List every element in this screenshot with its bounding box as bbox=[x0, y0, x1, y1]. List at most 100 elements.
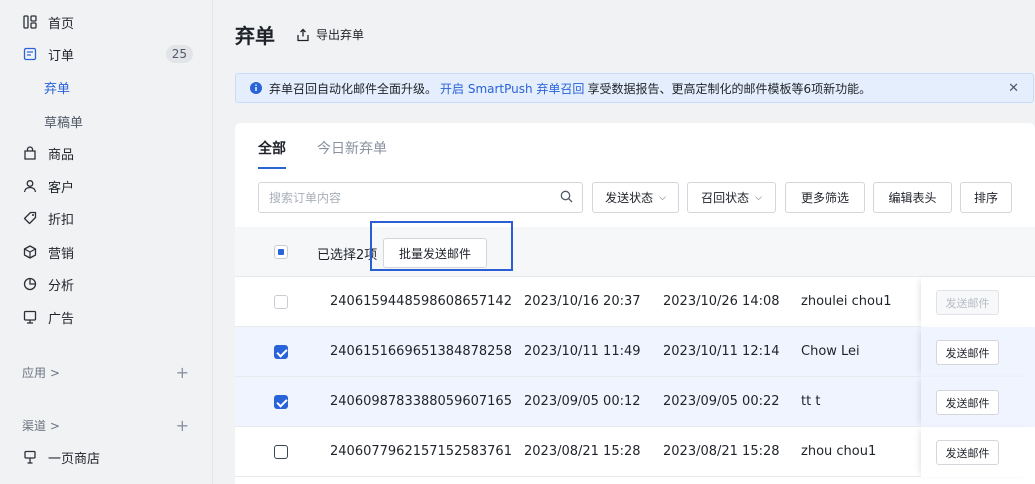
table-row[interactable]: 2406151669651384878258 2023/10/11 11:49 … bbox=[235, 327, 1035, 377]
action-cell: 发送邮件 bbox=[921, 327, 1035, 377]
apps-section-label: 应用 > bbox=[22, 365, 60, 380]
sidebar-item-ads[interactable]: 广告 bbox=[0, 301, 213, 333]
sidebar-item-label: 首页 bbox=[48, 16, 75, 32]
cube-icon bbox=[22, 244, 38, 260]
bulk-action-row: 已选择2项 批量发送邮件 bbox=[235, 227, 1035, 277]
sidebar-item-customers[interactable]: 客户 bbox=[0, 170, 213, 202]
apps-section-header[interactable]: 应用 > + bbox=[0, 360, 213, 384]
close-icon[interactable]: ✕ bbox=[1008, 81, 1019, 96]
order-id: 2406151669651384878258 bbox=[330, 344, 512, 359]
sidebar-item-onepage-store[interactable]: 一页商店 bbox=[0, 441, 213, 473]
updated-time: 2023/09/05 00:22 bbox=[663, 394, 780, 409]
recall-status-dropdown[interactable]: 召回状态 ⌵ bbox=[687, 182, 776, 213]
more-filters-button[interactable]: 更多筛选 bbox=[785, 182, 865, 213]
recall-status-label: 召回状态 bbox=[701, 191, 750, 205]
created-time: 2023/08/21 15:28 bbox=[524, 444, 641, 459]
sidebar-item-label: 广告 bbox=[48, 311, 75, 327]
row-checkbox[interactable] bbox=[274, 345, 288, 359]
updated-time: 2023/10/26 14:08 bbox=[663, 294, 780, 309]
main-content: 弃单 导出弃单 弃单召回自动化邮件全面升级。 开启 SmartPush 弃单召回… bbox=[214, 0, 1035, 484]
created-time: 2023/10/16 20:37 bbox=[524, 294, 641, 309]
row-checkbox[interactable] bbox=[274, 445, 288, 459]
action-cell: 发送邮件 bbox=[921, 277, 1035, 327]
order-id: 2406159448598608657142 bbox=[330, 294, 512, 309]
enable-smartpush-link[interactable]: 开启 SmartPush 弃单召回 bbox=[440, 80, 584, 97]
customer-name: tt t bbox=[801, 394, 821, 409]
sidebar-item-home[interactable]: 首页 bbox=[0, 6, 213, 38]
send-email-button[interactable]: 发送邮件 bbox=[936, 390, 999, 415]
page-title: 弃单 bbox=[235, 24, 275, 48]
customer-name: zhou chou1 bbox=[801, 444, 877, 459]
export-abandoned-button[interactable]: 导出弃单 bbox=[296, 26, 364, 43]
ad-icon bbox=[22, 309, 38, 325]
sidebar-item-marketing[interactable]: 营销 bbox=[0, 236, 213, 268]
sidebar-item-discounts[interactable]: 折扣 bbox=[0, 202, 213, 234]
sidebar-item-orders[interactable]: 订单 25 bbox=[0, 38, 213, 70]
send-email-button[interactable]: 发送邮件 bbox=[936, 440, 999, 465]
add-app-icon[interactable]: + bbox=[176, 363, 189, 382]
customer-name: Chow Lei bbox=[801, 344, 860, 359]
store-icon bbox=[22, 449, 38, 465]
chevron-down-icon: ⌵ bbox=[659, 192, 666, 203]
sidebar-item-label: 营销 bbox=[48, 246, 75, 262]
info-icon bbox=[250, 82, 262, 94]
table-row[interactable]: 2406159448598608657142 2023/10/16 20:37 … bbox=[235, 277, 1035, 327]
sidebar-item-label: 弃单 bbox=[44, 81, 71, 97]
grid-icon bbox=[22, 14, 38, 30]
orders-card: 全部 今日新弃单 发送状态 ⌵ 召回状态 ⌵ 更多筛选 编辑表头 排序 已选择2项 … bbox=[235, 123, 1035, 484]
upgrade-notice-banner: 弃单召回自动化邮件全面升级。 开启 SmartPush 弃单召回 享受数据报告、… bbox=[235, 73, 1034, 103]
customer-name: zhoulei chou1 bbox=[801, 294, 892, 309]
updated-time: 2023/08/21 15:28 bbox=[663, 444, 780, 459]
created-time: 2023/10/11 11:49 bbox=[524, 344, 641, 359]
tag-icon bbox=[22, 210, 38, 226]
chevron-down-icon: ⌵ bbox=[755, 192, 762, 203]
export-label: 导出弃单 bbox=[316, 28, 365, 42]
created-time: 2023/09/05 00:12 bbox=[524, 394, 641, 409]
updated-time: 2023/10/11 12:14 bbox=[663, 344, 780, 359]
row-checkbox[interactable] bbox=[274, 295, 288, 309]
sort-button[interactable]: 排序 bbox=[960, 182, 1012, 213]
edit-columns-button[interactable]: 编辑表头 bbox=[873, 182, 952, 213]
row-checkbox[interactable] bbox=[274, 395, 288, 409]
sidebar-item-label: 分析 bbox=[48, 278, 75, 294]
order-id: 2406098783388059607165 bbox=[330, 394, 512, 409]
bulk-send-email-button[interactable]: 批量发送邮件 bbox=[383, 238, 487, 268]
sidebar-item-abandoned[interactable]: 弃单 bbox=[0, 71, 213, 103]
sidebar-item-label: 草稿单 bbox=[44, 115, 84, 131]
channels-section-header[interactable]: 渠道 > + bbox=[0, 413, 213, 437]
order-count-badge: 25 bbox=[165, 45, 193, 63]
send-status-dropdown[interactable]: 发送状态 ⌵ bbox=[592, 182, 679, 213]
tab-today-new[interactable]: 今日新弃单 bbox=[317, 138, 387, 167]
channels-section-label: 渠道 > bbox=[22, 418, 60, 433]
sidebar-item-label: 客户 bbox=[48, 180, 75, 196]
sidebar-item-label: 订单 bbox=[48, 48, 75, 64]
send-status-label: 发送状态 bbox=[605, 191, 654, 205]
sidebar-item-label: 折扣 bbox=[48, 212, 75, 228]
send-email-button[interactable]: 发送邮件 bbox=[936, 290, 999, 315]
sidebar: 首页 订单 25 弃单 草稿单 商品 客户 折扣 营销 分析 广告 应用 > +… bbox=[0, 0, 213, 484]
action-cell: 发送邮件 bbox=[921, 427, 1035, 477]
select-all-checkbox[interactable] bbox=[274, 245, 288, 259]
order-icon bbox=[22, 46, 38, 62]
bag-icon bbox=[22, 145, 38, 161]
table-row[interactable]: 2406077962157152583761 2023/08/21 15:28 … bbox=[235, 427, 1035, 477]
notice-text-tail: 享受数据报告、更高定制化的邮件模板等6项新功能。 bbox=[587, 81, 872, 96]
sidebar-item-analytics[interactable]: 分析 bbox=[0, 268, 213, 300]
send-email-button[interactable]: 发送邮件 bbox=[936, 340, 999, 365]
pie-icon bbox=[22, 276, 38, 292]
table-row[interactable]: 2406098783388059607165 2023/09/05 00:12 … bbox=[235, 377, 1035, 427]
user-icon bbox=[22, 178, 38, 194]
search-box[interactable] bbox=[258, 182, 583, 213]
add-channel-icon[interactable]: + bbox=[176, 416, 189, 435]
sidebar-item-products[interactable]: 商品 bbox=[0, 137, 213, 169]
sidebar-item-label: 一页商店 bbox=[48, 451, 101, 467]
order-id: 2406077962157152583761 bbox=[330, 444, 512, 459]
selected-count-text: 已选择2项 bbox=[317, 248, 378, 263]
export-icon bbox=[296, 28, 310, 42]
search-icon[interactable] bbox=[560, 190, 573, 203]
sidebar-item-drafts[interactable]: 草稿单 bbox=[0, 105, 213, 137]
tab-all[interactable]: 全部 bbox=[258, 138, 286, 169]
notice-text: 弃单召回自动化邮件全面升级。 bbox=[269, 81, 438, 96]
search-input[interactable] bbox=[269, 190, 549, 205]
sidebar-item-label: 商品 bbox=[48, 147, 75, 163]
